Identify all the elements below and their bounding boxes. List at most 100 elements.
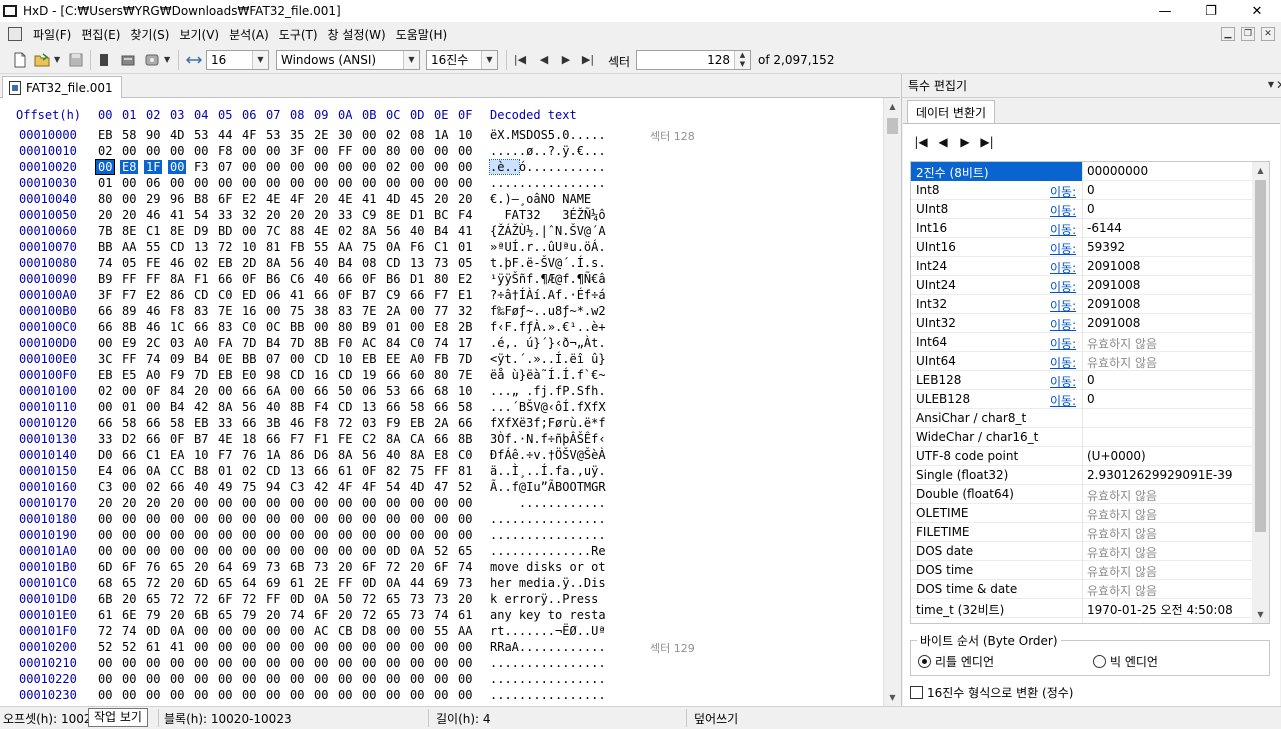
hex-byte[interactable]: 00 — [408, 656, 426, 670]
previous-position-icon[interactable]: ◀ — [935, 134, 951, 150]
hex-byte[interactable]: 00 — [264, 160, 282, 174]
first-sector-icon[interactable]: |◀ — [512, 52, 528, 68]
hex-byte[interactable]: 00 — [192, 144, 210, 158]
hex-byte[interactable]: 00 — [120, 544, 138, 558]
hex-byte[interactable]: 10 — [456, 384, 474, 398]
hex-byte[interactable]: 00 — [336, 544, 354, 558]
hex-byte[interactable]: C3 — [96, 480, 114, 494]
hex-byte[interactable]: 00 — [120, 528, 138, 542]
hex-byte[interactable]: 44 — [216, 128, 234, 142]
hex-byte[interactable]: 06 — [144, 176, 162, 190]
hex-byte[interactable]: 20 — [192, 384, 210, 398]
hex-byte[interactable]: 40 — [384, 448, 402, 462]
inspector-value[interactable]: 2091008 — [1087, 278, 1140, 292]
hex-byte[interactable]: 94 — [264, 480, 282, 494]
hex-byte[interactable]: 13 — [360, 400, 378, 414]
hex-byte[interactable]: 00 — [192, 544, 210, 558]
hex-byte[interactable]: 00 — [432, 144, 450, 158]
hex-byte[interactable]: 72 — [144, 576, 162, 590]
save-icon[interactable] — [68, 52, 84, 68]
hex-byte[interactable]: 00 — [432, 640, 450, 654]
hex-byte[interactable]: 00 — [240, 144, 258, 158]
hex-byte[interactable]: 20 — [336, 560, 354, 574]
decoded-text[interactable]: .é,. ú}´}‹ð¬„Àt. — [490, 336, 606, 350]
decoded-text[interactable]: her media.ÿ..Dis — [490, 576, 606, 590]
inspector-row[interactable]: OLETIME 유효하지 않음 — [911, 504, 1254, 523]
hex-byte[interactable]: 56 — [288, 256, 306, 270]
hex-byte[interactable]: 4E — [216, 432, 234, 446]
inspector-row[interactable]: DOS time 유효하지 않음 — [911, 561, 1254, 580]
hex-scrollbar[interactable]: ▲ ▼ — [883, 98, 900, 706]
hex-byte[interactable]: 00 — [96, 336, 114, 350]
hex-byte[interactable]: 52 — [432, 544, 450, 558]
hex-byte[interactable]: 00 — [216, 512, 234, 526]
hex-byte[interactable]: 66 — [96, 304, 114, 318]
hex-byte[interactable]: B7 — [192, 432, 210, 446]
decoded-text[interactable]: FAT32 3ÉŽÑ¼ô — [490, 208, 605, 222]
hex-byte[interactable]: EB — [216, 368, 234, 382]
hex-byte[interactable]: 6F — [216, 192, 234, 206]
hex-byte[interactable]: 69 — [432, 576, 450, 590]
bytes-per-row-select[interactable]: 16 ▼ — [206, 50, 269, 70]
hex-byte[interactable]: 00 — [96, 400, 114, 414]
hex-byte[interactable]: 52 — [456, 480, 474, 494]
hex-byte[interactable]: EB — [192, 416, 210, 430]
hex-byte[interactable]: 00 — [384, 688, 402, 702]
hex-byte[interactable]: 8B — [288, 400, 306, 414]
hex-byte[interactable]: 7D — [240, 336, 258, 350]
inspector-row[interactable]: UInt16 이동: 59392 — [911, 238, 1254, 257]
inspector-row[interactable]: Int24 이동: 2091008 — [911, 257, 1254, 276]
hex-byte[interactable]: AA — [336, 240, 354, 254]
hex-byte[interactable]: 46 — [144, 304, 162, 318]
hex-byte[interactable]: 33 — [216, 208, 234, 222]
hex-byte[interactable]: 8A — [216, 400, 234, 414]
hex-byte[interactable]: E8 — [120, 160, 139, 174]
inspector-row[interactable]: UInt8 이동: 0 — [911, 200, 1254, 219]
hex-byte[interactable]: 00 — [312, 320, 330, 334]
hex-byte[interactable]: 00 — [336, 656, 354, 670]
hex-byte[interactable]: 06 — [120, 464, 138, 478]
hex-byte[interactable]: 80 — [96, 192, 114, 206]
hex-byte[interactable]: 66 — [456, 416, 474, 430]
hex-byte[interactable]: 72 — [192, 592, 210, 606]
inspector-value[interactable]: 2091008 — [1087, 297, 1140, 311]
hex-byte[interactable]: B4 — [192, 352, 210, 366]
hex-byte[interactable]: 80 — [432, 272, 450, 286]
hex-byte[interactable]: F6 — [408, 240, 426, 254]
inspector-row[interactable]: Int16 이동: -6144 — [911, 219, 1254, 238]
hex-byte[interactable]: 00 — [312, 496, 330, 510]
decoded-text[interactable]: .....ø..?.ÿ.€... — [490, 144, 606, 158]
hex-byte[interactable]: 66 — [240, 416, 258, 430]
decoded-text[interactable]: ä..Ì¸..Í.fa.‚uÿ. — [490, 464, 606, 478]
hex-byte[interactable]: 05 — [120, 256, 138, 270]
hex-byte[interactable]: C0 — [216, 288, 234, 302]
hex-byte[interactable]: 79 — [240, 608, 258, 622]
hex-byte[interactable]: 58 — [456, 400, 474, 414]
hex-byte[interactable]: 33 — [96, 432, 114, 446]
inspector-row[interactable]: 2진수 (8비트) 00000000 — [911, 162, 1254, 181]
hex-byte[interactable]: 00 — [96, 512, 114, 526]
hex-byte[interactable]: 84 — [168, 384, 186, 398]
hex-byte[interactable]: 00 — [216, 624, 234, 638]
hex-byte[interactable]: 00 — [216, 384, 234, 398]
hex-byte[interactable]: 61 — [288, 576, 306, 590]
hex-byte[interactable]: 00 — [288, 544, 306, 558]
hex-byte[interactable]: 56 — [384, 224, 402, 238]
hex-byte[interactable]: 00 — [288, 672, 306, 686]
hex-byte[interactable]: F7 — [120, 288, 138, 302]
hex-byte[interactable]: 72 — [240, 592, 258, 606]
inspector-value[interactable]: 유효하지 않음 — [1087, 582, 1157, 599]
hex-byte[interactable]: 00 — [120, 144, 138, 158]
hex-byte[interactable]: B4 — [168, 400, 186, 414]
hex-byte[interactable]: 00 — [216, 672, 234, 686]
hex-byte[interactable]: 69 — [264, 576, 282, 590]
hex-byte[interactable]: 00 — [408, 304, 426, 318]
hex-byte[interactable]: 00 — [336, 672, 354, 686]
hex-byte[interactable]: 00 — [240, 640, 258, 654]
hex-byte[interactable]: 00 — [288, 384, 306, 398]
hex-byte[interactable]: 00 — [264, 144, 282, 158]
hex-byte[interactable]: 52 — [96, 640, 114, 654]
hex-byte[interactable]: 00 — [168, 528, 186, 542]
hex-byte[interactable]: F7 — [432, 288, 450, 302]
decoded-text[interactable]: <ÿt.´.»..Í.ëî û} — [490, 352, 606, 366]
